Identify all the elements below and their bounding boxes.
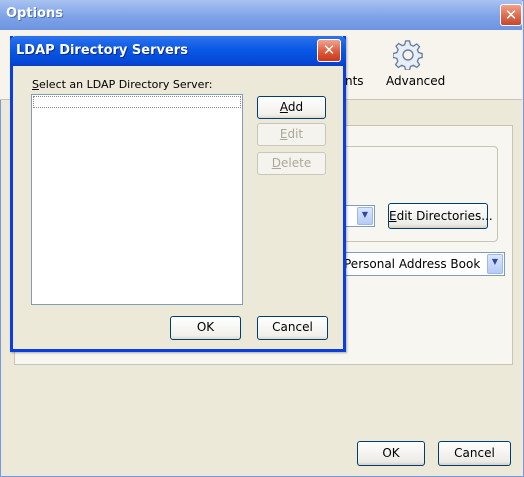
delete-label: elete [281, 156, 312, 170]
options-ok-button[interactable]: OK [357, 441, 425, 466]
select-server-label: Select an LDAP Directory Server: [32, 78, 212, 91]
add-mnemonic: A [279, 100, 288, 114]
chevron-down-icon[interactable]: ▼ [487, 254, 503, 274]
gear-icon[interactable] [392, 40, 423, 71]
select-label-text: elect an LDAP Directory Server: [38, 78, 213, 91]
edit-directories-mnemonic: E [389, 209, 397, 223]
edit-button[interactable]: Edit [257, 123, 326, 146]
delete-mnemonic: D [271, 156, 282, 170]
options-cancel-button[interactable]: Cancel [438, 441, 511, 466]
tab-advanced[interactable]: Advanced [386, 74, 445, 88]
delete-button[interactable]: Delete [257, 152, 326, 175]
options-title-bar[interactable] [0, 0, 522, 30]
ldap-dialog-title: LDAP Directory Servers [16, 43, 188, 58]
tab-partial[interactable]: nts [345, 74, 364, 88]
edit-directories-button[interactable]: Edit Directories... [388, 203, 493, 229]
ldap-cancel-button[interactable]: Cancel [257, 316, 328, 340]
close-icon[interactable]: ✕ [317, 39, 341, 62]
edit-directories-label: dit Directories... [396, 209, 493, 223]
add-button[interactable]: Add [257, 96, 326, 119]
chevron-down-icon[interactable]: ▼ [357, 207, 373, 225]
list-focus-rect [33, 96, 241, 108]
edit-label: dit [287, 127, 304, 141]
add-label: dd [287, 100, 304, 114]
server-list[interactable] [31, 94, 243, 305]
close-icon[interactable]: ✕ [500, 4, 522, 26]
ldap-ok-button[interactable]: OK [170, 316, 241, 340]
select-mnemonic: S [32, 78, 39, 91]
address-book-value: Personal Address Book [344, 257, 481, 271]
options-title: Options [6, 6, 63, 21]
